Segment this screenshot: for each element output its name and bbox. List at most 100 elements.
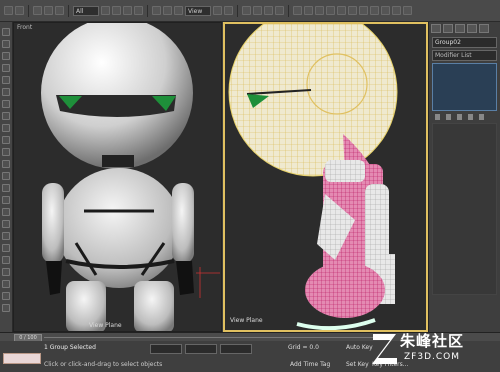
main-toolbar: All View [0,0,500,22]
tool-icon[interactable] [2,232,10,240]
gizmo-label: View Plane [89,322,122,329]
pin-stack-icon[interactable] [435,114,440,120]
gizmo-label: View Plane [230,317,263,324]
render-setup-icon[interactable] [381,6,390,15]
command-panel-tabs [429,22,500,35]
tool-icon[interactable] [2,184,10,192]
align-icon[interactable] [315,6,324,15]
viewport-front[interactable]: Front View Plane [13,22,222,332]
configure-sets-icon[interactable] [479,114,484,120]
selection-status: 1 Group Selected [44,344,96,351]
scale-icon[interactable] [174,6,183,15]
graphite-ribbon-icon[interactable] [337,6,346,15]
schematic-view-icon[interactable] [359,6,368,15]
watermark: 朱峰社区 ZF3D.COM [370,328,498,370]
rendered-frame-icon[interactable] [392,6,401,15]
material-editor-icon[interactable] [370,6,379,15]
tool-icon[interactable] [2,304,10,312]
tool-icon[interactable] [2,220,10,228]
tool-icon[interactable] [2,112,10,120]
viewport-side-active[interactable]: View Plane [223,22,428,332]
object-name-field[interactable]: Group02 [432,37,497,48]
selection-filter-dropdown[interactable]: All [73,5,99,16]
render-production-icon[interactable] [403,6,412,15]
tool-icon[interactable] [2,148,10,156]
tool-icon[interactable] [2,64,10,72]
y-field[interactable] [185,344,217,354]
watermark-logo-icon [372,334,397,364]
command-panel: Group02 Modifier List [428,22,500,332]
modifier-stack[interactable] [432,63,497,111]
tool-icon[interactable] [2,52,10,60]
x-field[interactable] [150,344,182,354]
toolbar-separator [288,4,289,17]
toolbar-separator [147,4,148,17]
unlink-icon[interactable] [44,6,53,15]
robot-wireframe-render: View Plane [228,24,398,330]
make-unique-icon[interactable] [457,114,462,120]
z-field[interactable] [220,344,252,354]
bind-space-warp-icon[interactable] [55,6,64,15]
undo-icon[interactable] [4,6,13,15]
create-tab-icon[interactable] [431,24,441,33]
angle-snap-icon[interactable] [253,6,262,15]
curve-editor-icon[interactable] [348,6,357,15]
move-icon[interactable] [152,6,161,15]
window-crossing-icon[interactable] [134,6,143,15]
toolbar-separator [237,4,238,17]
tool-icon[interactable] [2,208,10,216]
percent-snap-icon[interactable] [264,6,273,15]
modifier-list-dropdown[interactable]: Modifier List [432,50,497,61]
reference-coord-dropdown[interactable]: View [185,5,211,16]
link-icon[interactable] [33,6,42,15]
hierarchy-tab-icon[interactable] [455,24,465,33]
pivot-center-icon[interactable] [213,6,222,15]
time-slider-track [44,337,374,338]
tool-icon[interactable] [2,268,10,276]
tool-icon[interactable] [2,28,10,36]
modify-tab-icon[interactable] [443,24,453,33]
toolbar-separator [28,4,29,17]
select-manipulate-icon[interactable] [224,6,233,15]
mirror-icon[interactable] [304,6,313,15]
tool-icon[interactable] [2,88,10,96]
tool-icon[interactable] [2,136,10,144]
edit-named-selection-icon[interactable] [293,6,302,15]
tool-icon[interactable] [2,40,10,48]
select-by-name-icon[interactable] [112,6,121,15]
parameters-rollout [432,123,497,295]
tool-icon[interactable] [2,280,10,288]
tool-icon[interactable] [2,256,10,264]
display-tab-icon[interactable] [479,24,489,33]
rotate-icon[interactable] [163,6,172,15]
snap-toggle-icon[interactable] [242,6,251,15]
prompt-line: Click or click-and-drag to select object… [44,361,163,368]
motion-tab-icon[interactable] [467,24,477,33]
tool-icon[interactable] [2,196,10,204]
left-tool-strip [0,22,13,332]
set-key-button[interactable]: Set Key [346,361,369,368]
tool-icon[interactable] [2,100,10,108]
maxscript-listener[interactable] [3,353,41,364]
layer-manager-icon[interactable] [326,6,335,15]
robot-shaded-render: View Plane [41,23,220,331]
toolbar-separator [68,4,69,17]
remove-modifier-icon[interactable] [468,114,473,120]
tool-icon[interactable] [2,76,10,84]
tool-icon[interactable] [2,160,10,168]
add-time-tag-button[interactable]: Add Time Tag [290,361,330,368]
tool-icon[interactable] [2,292,10,300]
coordinate-fields [150,344,252,354]
auto-key-button[interactable]: Auto Key [346,344,373,351]
tool-icon[interactable] [2,172,10,180]
select-object-icon[interactable] [101,6,110,15]
spinner-snap-icon[interactable] [275,6,284,15]
show-end-result-icon[interactable] [446,114,451,120]
grid-readout: Grid = 0.0 [288,344,319,351]
tool-icon[interactable] [2,124,10,132]
viewport-label[interactable]: Front [17,24,32,31]
stack-controls [435,114,494,120]
selection-region-icon[interactable] [123,6,132,15]
tool-icon[interactable] [2,244,10,252]
redo-icon[interactable] [15,6,24,15]
